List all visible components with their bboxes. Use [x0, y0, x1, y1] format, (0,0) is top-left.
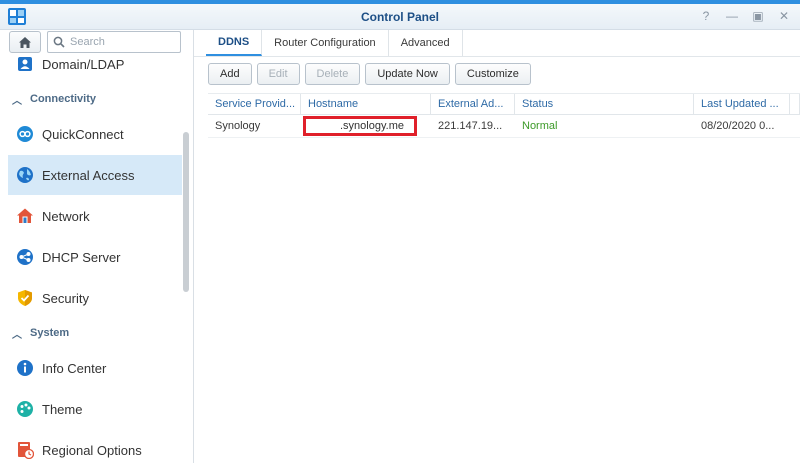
- domain-ldap-icon: [16, 55, 34, 73]
- customize-button[interactable]: Customize: [454, 63, 531, 85]
- house-icon: [16, 207, 34, 225]
- dhcp-icon: [16, 248, 34, 266]
- cell-external-address: 221.147.19...: [438, 120, 503, 132]
- close-icon[interactable]: ✕: [778, 9, 790, 23]
- section-connectivity[interactable]: ︿ Connectivity: [12, 90, 96, 108]
- cell-status: Normal: [522, 120, 558, 132]
- tab-divider: [194, 56, 800, 57]
- sidebar-item-label: Domain/LDAP: [42, 56, 125, 72]
- sidebar-item-label: Info Center: [42, 360, 107, 376]
- table-header: Service Provid... Hostname External Ad..…: [208, 93, 800, 115]
- sidebar-item-dhcp-server[interactable]: DHCP Server: [8, 237, 182, 277]
- globe-icon: [16, 166, 34, 184]
- column-menu-icon[interactable]: ⋮: [790, 94, 800, 114]
- tab-router-configuration[interactable]: Router Configuration: [262, 30, 389, 56]
- sidebar-item-label: Security: [42, 290, 89, 306]
- chevron-up-icon: ︿: [12, 95, 22, 107]
- sidebar-item-label: DHCP Server: [42, 249, 121, 265]
- sidebar-scrollbar[interactable]: [183, 132, 189, 292]
- cell-hostname: .synology.me: [301, 115, 431, 137]
- ddns-table: Service Provid... Hostname External Ad..…: [208, 93, 800, 138]
- sidebar-item-theme[interactable]: Theme: [8, 389, 182, 429]
- window-title: Control Panel: [360, 10, 439, 24]
- sidebar-item-regional-options[interactable]: Regional Options: [8, 430, 182, 463]
- section-label: Connectivity: [30, 93, 97, 105]
- tab-advanced[interactable]: Advanced: [389, 30, 463, 56]
- minimize-icon[interactable]: —: [726, 9, 738, 23]
- sidebar-item-external-access[interactable]: External Access: [8, 155, 182, 195]
- hostname-text: .synology.me: [340, 120, 404, 132]
- toolbar: Add Edit Delete Update Now Customize: [208, 63, 531, 85]
- sidebar-item-label: External Access: [42, 167, 135, 183]
- tab-ddns[interactable]: DDNS: [206, 30, 263, 56]
- sidebar-item-quickconnect[interactable]: QuickConnect: [8, 114, 182, 154]
- sidebar-item-label: QuickConnect: [42, 126, 124, 142]
- section-label: System: [30, 327, 70, 339]
- edit-button[interactable]: Edit: [256, 63, 300, 85]
- quickconnect-icon: [16, 125, 34, 143]
- delete-button[interactable]: Delete: [304, 63, 361, 85]
- maximize-icon[interactable]: ▣: [752, 9, 764, 23]
- sidebar-item-label: Network: [42, 208, 90, 224]
- sidebar: Domain/LDAP ︿ Connectivity QuickConnect …: [0, 30, 194, 463]
- update-now-button[interactable]: Update Now: [365, 63, 450, 85]
- section-system[interactable]: ︿ System: [12, 324, 69, 342]
- search-input[interactable]: [70, 36, 170, 48]
- table-row[interactable]: Synology .synology.me 221.147.19... Norm…: [208, 115, 800, 138]
- main-panel: DDNS Router Configuration Advanced Add E…: [194, 30, 800, 463]
- sidebar-item-label: Regional Options: [42, 442, 142, 458]
- column-header-external-address[interactable]: External Ad...: [431, 94, 515, 114]
- sidebar-item-network[interactable]: Network: [8, 196, 182, 236]
- column-header-service-provider[interactable]: Service Provid...: [208, 94, 301, 114]
- hostname-highlight-box: .synology.me: [303, 116, 417, 136]
- column-header-last-updated[interactable]: Last Updated ...: [694, 94, 790, 114]
- chevron-up-icon: ︿: [12, 329, 22, 341]
- shield-icon: [16, 289, 34, 307]
- home-icon: [19, 36, 31, 48]
- sidebar-item-info-center[interactable]: Info Center: [8, 348, 182, 388]
- sidebar-item-domain-ldap[interactable]: Domain/LDAP: [8, 50, 182, 78]
- cell-service-provider: Synology: [215, 120, 261, 132]
- help-icon[interactable]: ?: [700, 9, 712, 23]
- search-icon: [53, 36, 65, 48]
- info-icon: [16, 359, 34, 377]
- sidebar-item-label: Theme: [42, 401, 83, 417]
- regional-icon: [16, 441, 34, 459]
- sidebar-item-security[interactable]: Security: [8, 278, 182, 318]
- cell-last-updated: 08/20/2020 0...: [701, 120, 775, 132]
- add-button[interactable]: Add: [208, 63, 252, 85]
- column-header-hostname[interactable]: Hostname: [301, 94, 431, 114]
- tab-bar: DDNS Router Configuration Advanced: [206, 30, 463, 56]
- title-bar: Control Panel ? — ▣ ✕: [0, 4, 800, 30]
- column-header-status[interactable]: Status: [515, 94, 694, 114]
- palette-icon: [16, 400, 34, 418]
